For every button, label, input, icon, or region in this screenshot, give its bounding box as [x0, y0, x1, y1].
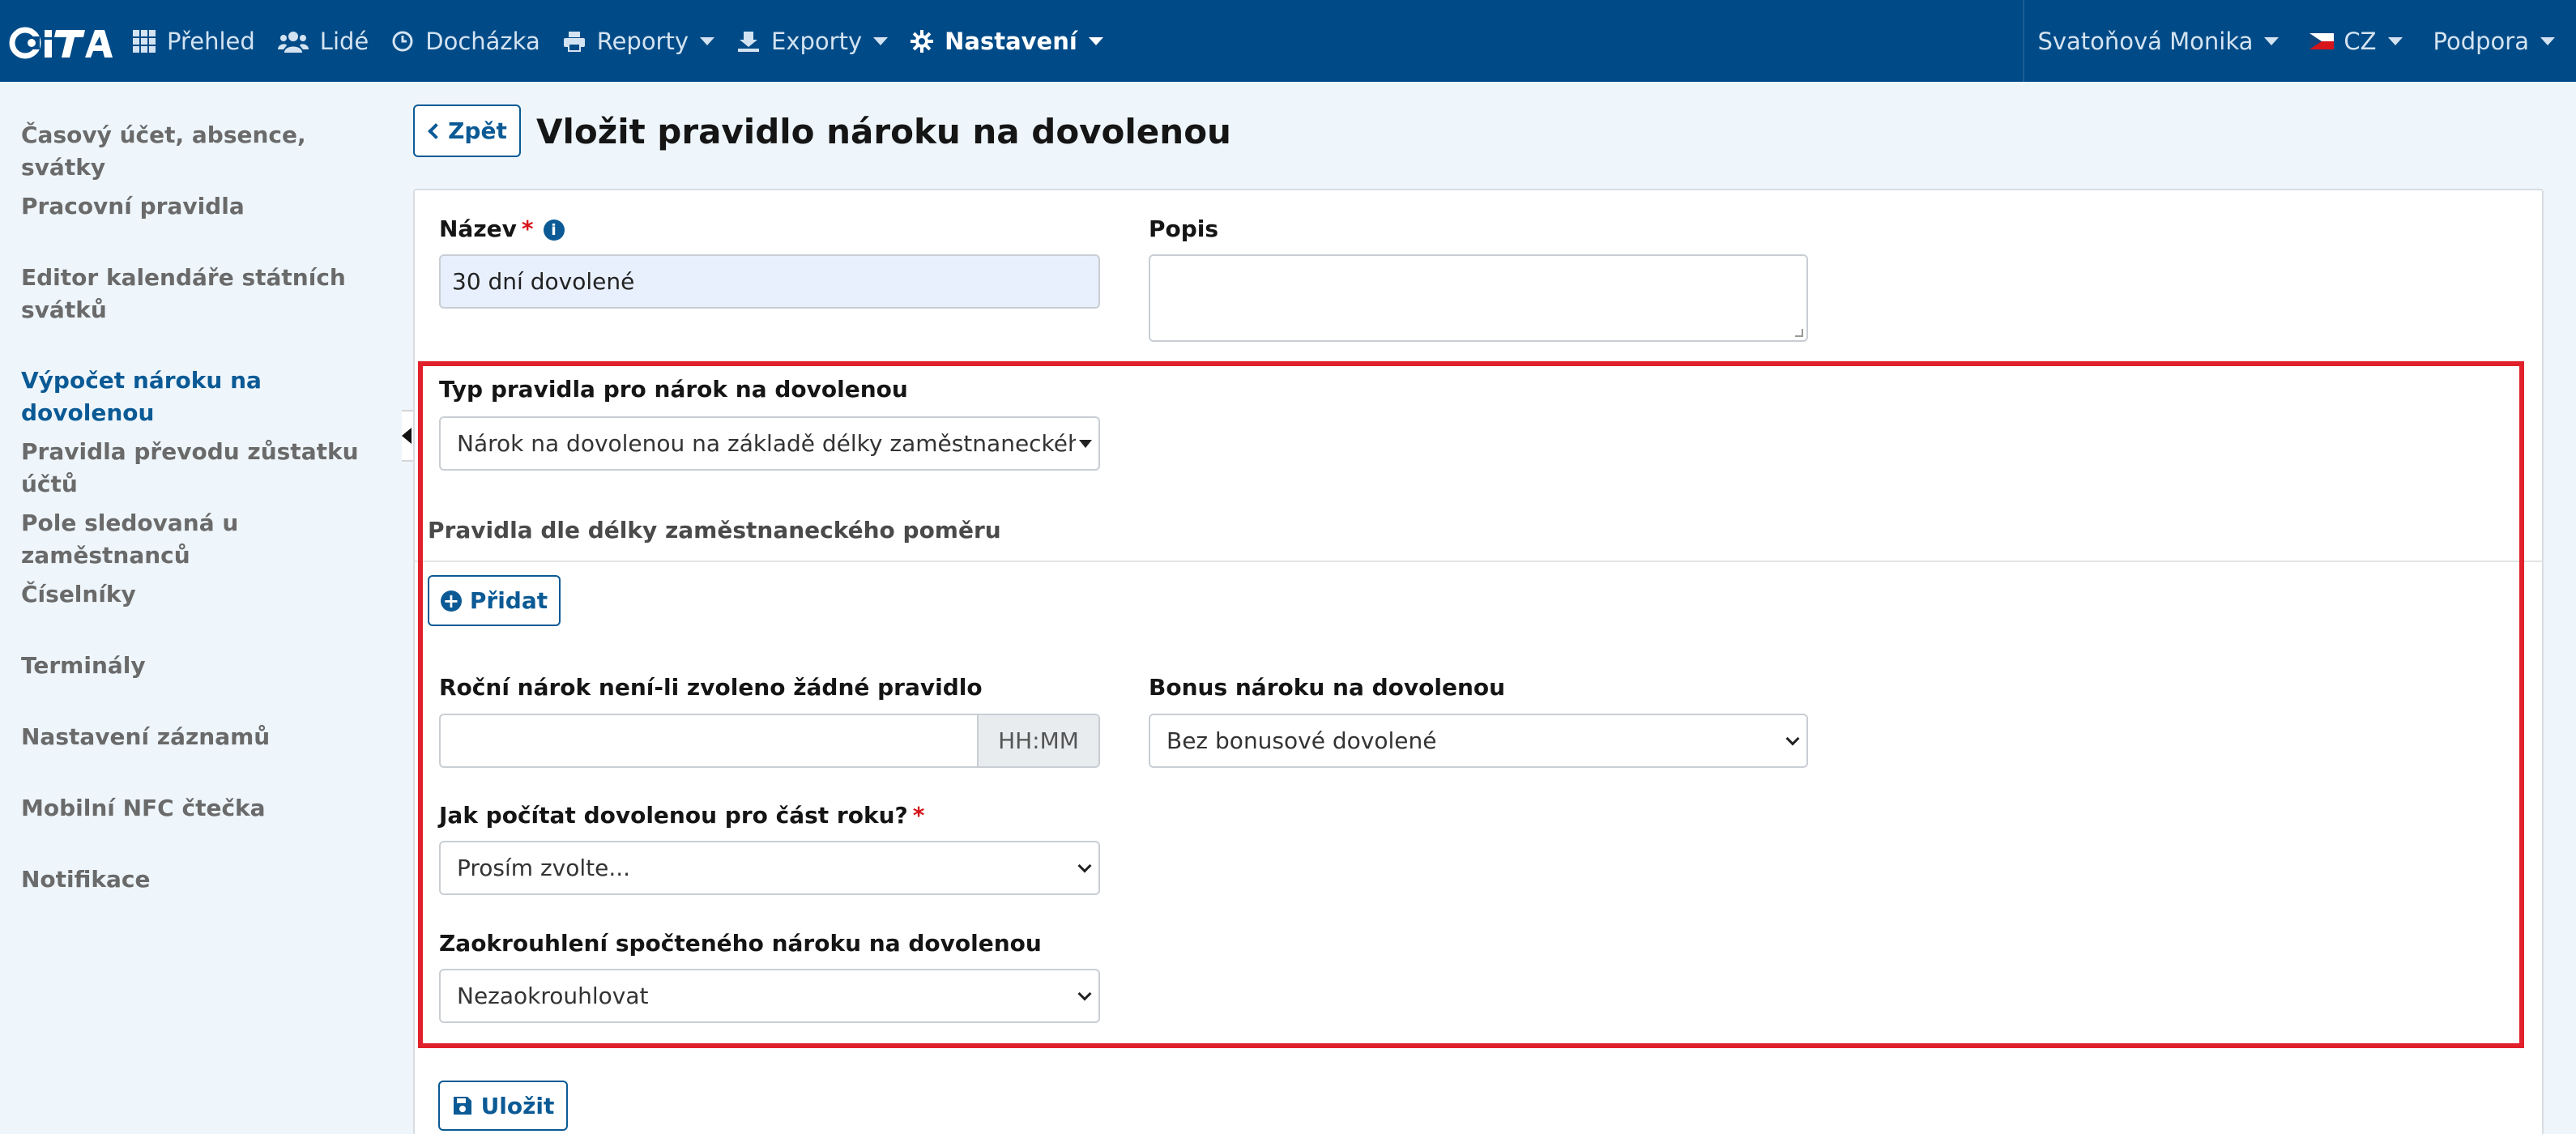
back-button[interactable]: Zpět	[413, 104, 521, 157]
sidebar-item-terminals[interactable]: Terminály	[21, 650, 386, 682]
info-icon[interactable]: i	[543, 220, 565, 241]
description-label: Popis	[1149, 215, 1219, 242]
rule-type-value: Nárok na dovolenou na základě délky zamě…	[457, 430, 1076, 457]
name-label-text: Název	[439, 215, 517, 242]
required-mark: *	[521, 215, 534, 242]
top-navbar: Přehled Lidé Docházka Reporty Exporty Na…	[0, 0, 2576, 82]
cita-logo-icon	[9, 27, 113, 58]
nav-exporty-label: Exporty	[771, 27, 863, 55]
bonus-value: Bez bonusové dovolené	[1166, 727, 1437, 754]
rules-section-title: Pravidla dle délky zaměstnaneckého poměr…	[428, 517, 1001, 544]
gear-icon	[911, 29, 934, 53]
chevron-down-icon	[700, 36, 715, 45]
name-label: Název * i	[439, 215, 565, 242]
users-icon	[277, 30, 309, 53]
save-button-label: Uložit	[480, 1092, 555, 1119]
nav-lide[interactable]: Lidé	[267, 0, 380, 82]
bonus-label: Bonus nároku na dovolenou	[1149, 674, 1506, 701]
sidebar-item-codelists[interactable]: Číselníky	[21, 578, 386, 611]
chevron-down-icon	[1071, 852, 1098, 885]
nav-reporty-label: Reporty	[596, 27, 689, 55]
nav-prehled[interactable]: Přehled	[122, 0, 267, 82]
print-icon	[563, 30, 586, 53]
resize-handle-icon[interactable]	[1795, 329, 1803, 337]
name-field[interactable]: 30 dní dovolené	[439, 254, 1100, 309]
nav-lide-label: Lidé	[319, 27, 369, 55]
sidebar-item-time-account[interactable]: Časový účet, absence, svátky	[21, 119, 386, 184]
collapse-arrow-icon	[402, 428, 412, 444]
rule-type-select[interactable]: Nárok na dovolenou na základě délky zamě…	[439, 416, 1100, 471]
partial-year-select[interactable]: Prosím zvolte...	[439, 841, 1100, 895]
required-mark: *	[912, 802, 925, 829]
nav-reporty[interactable]: Reporty	[552, 0, 726, 82]
rounding-value: Nezaokrouhlovat	[457, 983, 649, 1009]
nav-nastaveni[interactable]: Nastavení	[899, 0, 1115, 82]
rule-type-label: Typ pravidla pro nárok na dovolenou	[439, 376, 908, 403]
chevron-down-icon	[2387, 36, 2403, 45]
clock-icon	[391, 30, 414, 53]
sidebar-item-employee-fields[interactable]: Pole sledovaná u zaměstnanců	[21, 507, 386, 572]
nav-nastaveni-label: Nastavení	[945, 27, 1077, 55]
grid-icon	[133, 29, 156, 53]
annual-input[interactable]	[439, 714, 979, 768]
czech-flag-icon	[2309, 32, 2335, 49]
rounding-label: Zaokrouhlení spočteného nároku na dovole…	[439, 930, 1042, 957]
support-label: Podpora	[2433, 27, 2529, 55]
add-rule-button[interactable]: + Přidat	[428, 575, 561, 626]
support-menu[interactable]: Podpora	[2414, 0, 2576, 82]
nav-dochazka-label: Docházka	[425, 27, 540, 55]
floppy-disk-icon	[453, 1097, 471, 1115]
language-label: CZ	[2344, 27, 2377, 55]
nav-prehled-label: Přehled	[167, 27, 255, 55]
sidebar-item-balance-transfer[interactable]: Pravidla převodu zůstatku účtů	[21, 436, 386, 501]
section-divider	[415, 561, 2542, 562]
sidebar-item-nfc-reader[interactable]: Mobilní NFC čtečka	[21, 792, 386, 825]
settings-sidebar: Časový účet, absence, svátky Pracovní pr…	[0, 82, 397, 1134]
user-menu[interactable]: Svatoňová Monika	[2024, 0, 2290, 82]
add-rule-button-label: Přidat	[469, 587, 548, 614]
partial-year-label-text: Jak počítat dovolenou pro část roku?	[439, 802, 908, 829]
chevron-down-icon	[1779, 725, 1806, 757]
bonus-select[interactable]: Bez bonusové dovolené	[1149, 714, 1808, 768]
chevron-down-icon	[873, 36, 889, 45]
sidebar-item-vacation-calc[interactable]: Výpočet nároku na dovolenou	[21, 364, 386, 429]
plus-circle-icon: +	[440, 590, 462, 612]
save-button[interactable]: Uložit	[438, 1081, 568, 1131]
chevron-down-icon	[1079, 439, 1092, 448]
sidebar-item-holiday-editor[interactable]: Editor kalendáře státních svátků	[21, 262, 361, 326]
chevron-down-icon	[2540, 36, 2555, 45]
app-logo[interactable]	[0, 0, 122, 82]
chevron-down-icon	[2264, 36, 2280, 45]
page-title: Vložit pravidlo nároku na dovolenou	[536, 112, 1231, 151]
rounding-select[interactable]: Nezaokrouhlovat	[439, 969, 1100, 1023]
language-menu[interactable]: CZ	[2290, 0, 2413, 82]
export-icon	[737, 30, 760, 53]
chevron-down-icon	[1088, 36, 1103, 45]
chevron-left-icon	[428, 122, 445, 139]
user-name: Svatoňová Monika	[2037, 27, 2254, 55]
sidebar-item-record-settings[interactable]: Nastavení záznamů	[21, 721, 386, 753]
partial-year-value: Prosím zvolte...	[457, 855, 631, 881]
sidebar-item-work-rules[interactable]: Pracovní pravidla	[21, 190, 386, 223]
nav-dochazka[interactable]: Docházka	[380, 0, 551, 82]
description-textarea[interactable]	[1149, 254, 1808, 342]
chevron-down-icon	[1071, 980, 1098, 1013]
partial-year-label: Jak počítat dovolenou pro část roku? *	[439, 802, 924, 829]
sidebar-item-notifications[interactable]: Notifikace	[21, 863, 386, 896]
annual-label: Roční nárok není-li zvoleno žádné pravid…	[439, 674, 983, 701]
nav-right: Svatoňová Monika CZ Podpora	[2023, 0, 2576, 82]
back-button-label: Zpět	[448, 117, 507, 144]
time-format-addon: HH:MM	[979, 714, 1100, 768]
nav-exporty[interactable]: Exporty	[726, 0, 899, 82]
